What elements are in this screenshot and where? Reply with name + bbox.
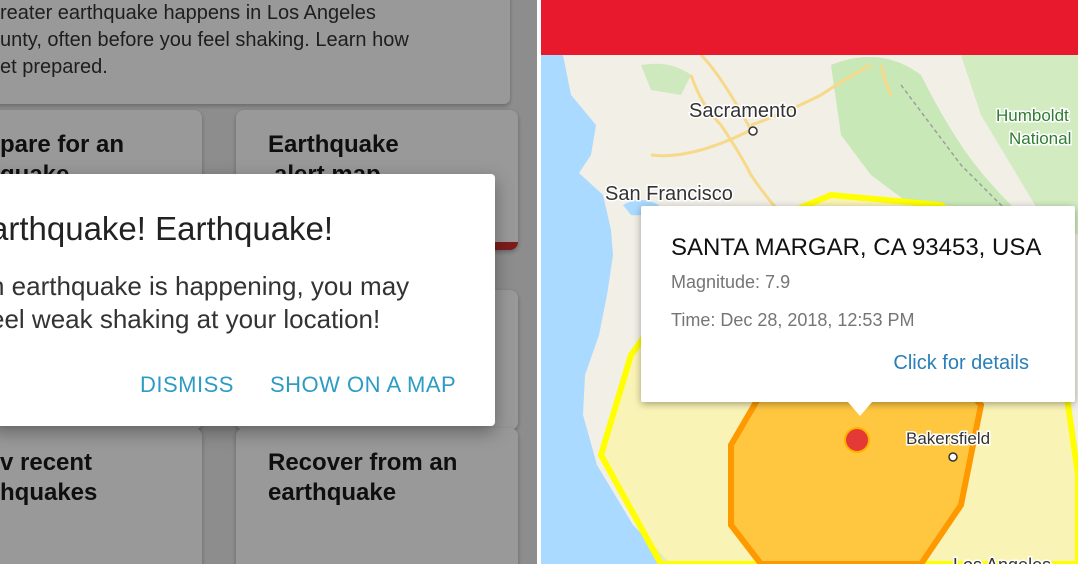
info-window-pointer [848, 402, 872, 416]
app-header-bar [541, 0, 1078, 55]
details-link[interactable]: Click for details [893, 352, 1029, 375]
city-label-los-angeles: Los Angeles [953, 555, 1051, 564]
app-screen: reater earthquake happens in Los Angeles… [0, 0, 537, 564]
city-marker [948, 452, 958, 462]
alert-dialog: arthquake! Earthquake! n earthquake is h… [0, 174, 495, 426]
city-label-sacramento: Sacramento [689, 100, 797, 122]
dismiss-button[interactable]: DISMISS [140, 372, 234, 398]
info-magnitude: Magnitude: 7.9 [671, 272, 791, 292]
map-info-window: SANTA MARGAR, CA 93453, USA Magnitude: 7… [641, 206, 1075, 416]
map-screen: Sacramento San Francisco Humboldt Nation… [541, 0, 1078, 564]
dialog-title: arthquake! Earthquake! [0, 210, 334, 247]
park-label: National [1009, 129, 1071, 148]
dialog-message-line: eel weak shaking at your location! [0, 304, 381, 334]
dialog-message: n earthquake is happening, you may eel w… [0, 270, 409, 336]
city-label-san-francisco: San Francisco [605, 183, 733, 205]
city-marker [748, 126, 758, 136]
info-place: SANTA MARGAR, CA 93453, USA [671, 234, 1042, 261]
epicenter-marker[interactable] [844, 427, 870, 453]
city-label-bakersfield: Bakersfield [906, 429, 990, 448]
info-time: Time: Dec 28, 2018, 12:53 PM [671, 310, 915, 330]
dialog-message-line: n earthquake is happening, you may [0, 271, 410, 301]
park-label: Humboldt [996, 106, 1069, 125]
show-on-map-button[interactable]: SHOW ON A MAP [270, 372, 456, 398]
